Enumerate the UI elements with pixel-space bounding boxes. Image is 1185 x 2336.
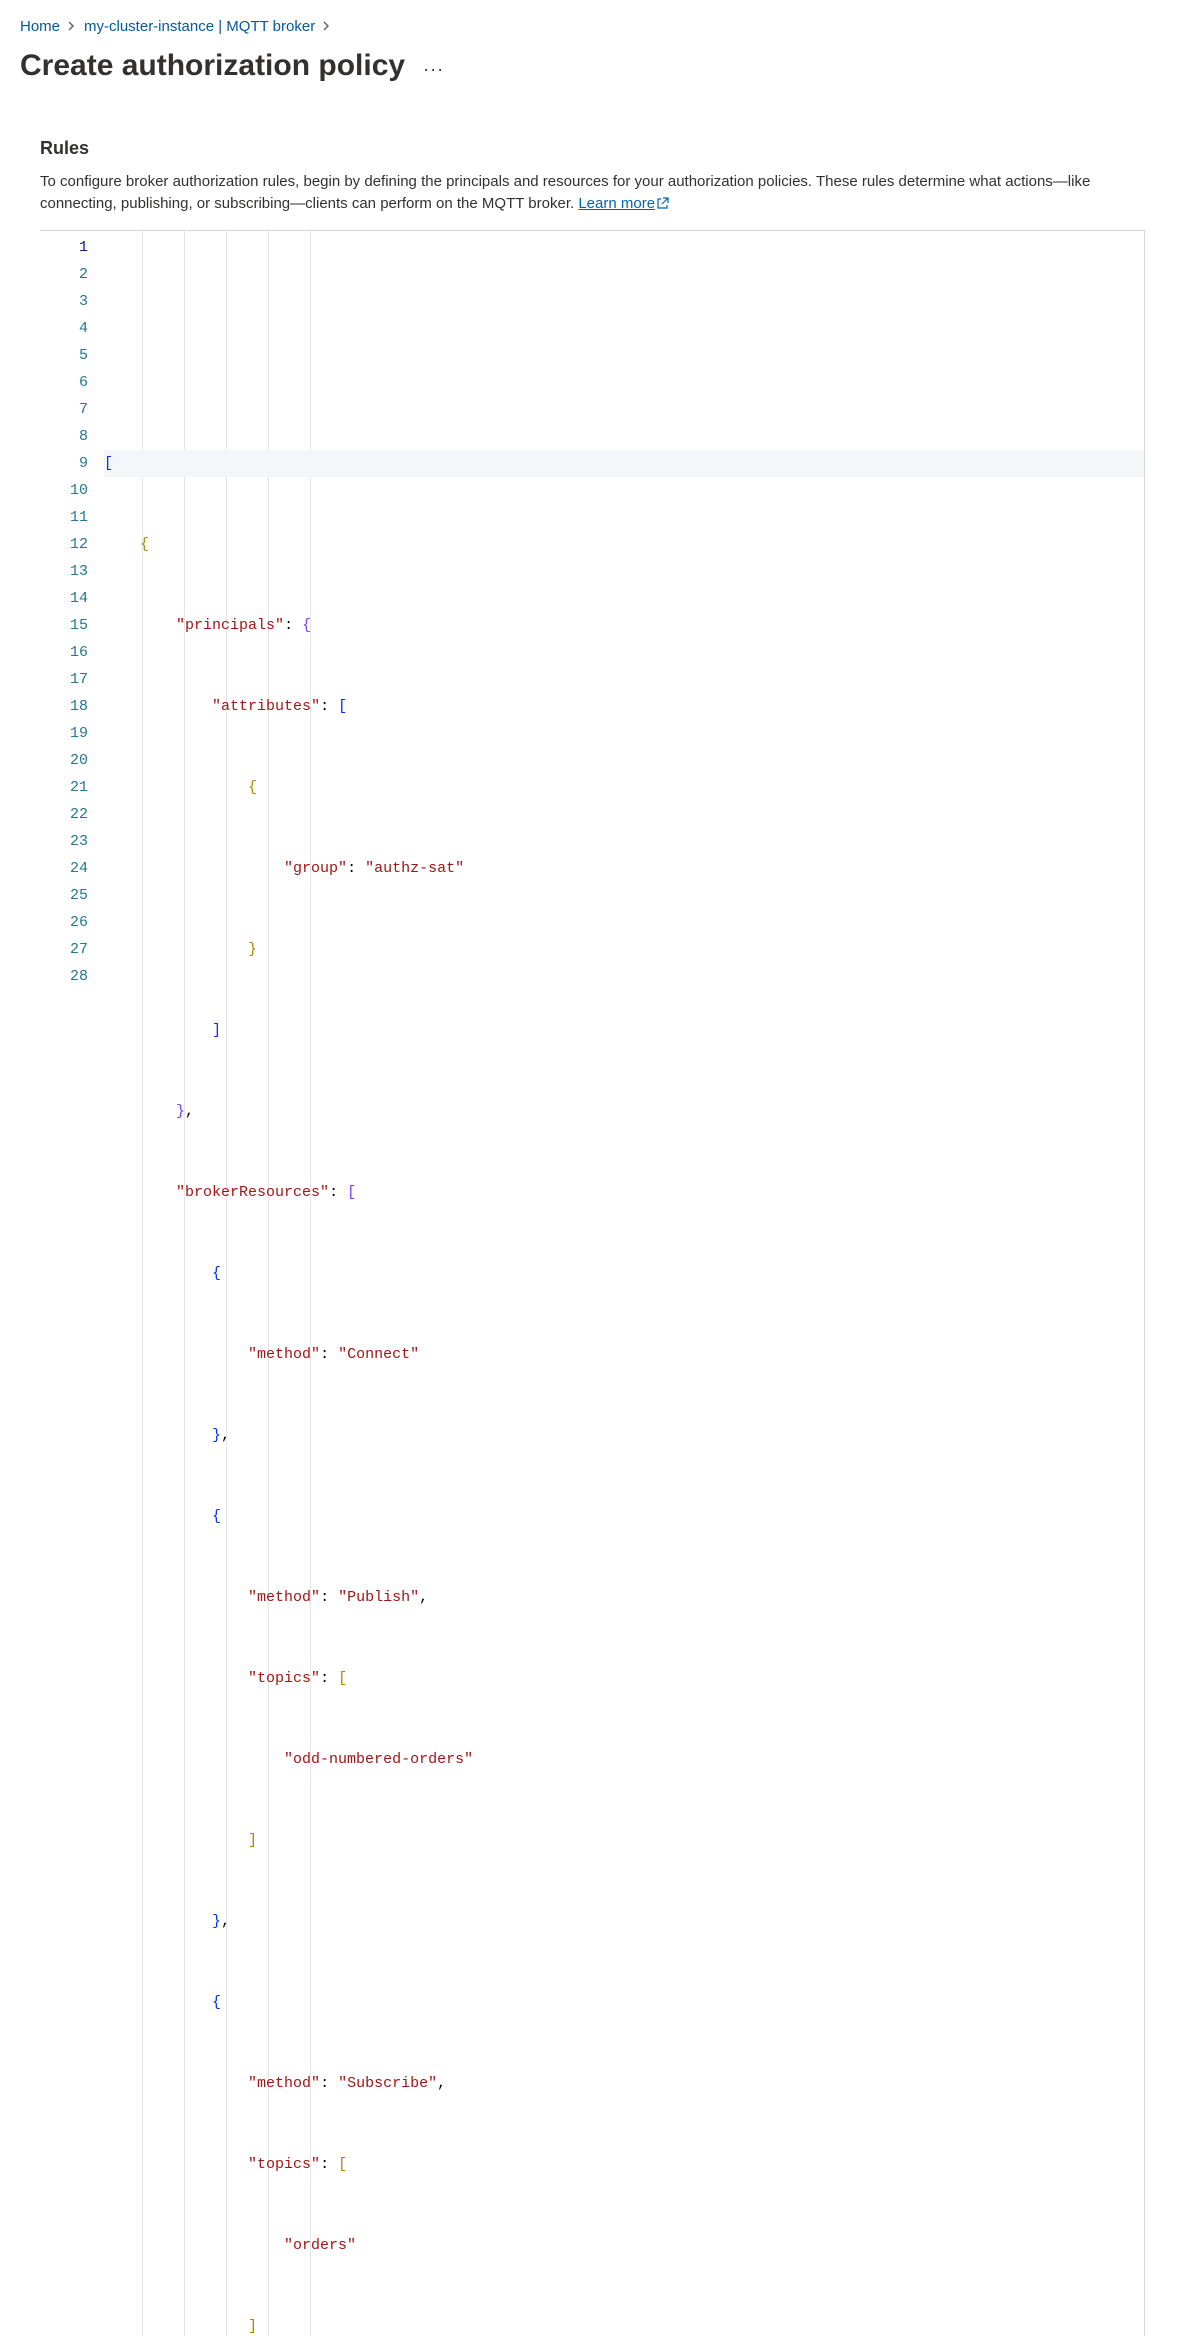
chevron-right-icon (323, 18, 331, 35)
more-actions-button[interactable]: ··· (423, 59, 444, 80)
json-editor[interactable]: 1234567891011121314151617181920212223242… (40, 230, 1145, 2336)
breadcrumb-cluster[interactable]: my-cluster-instance | MQTT broker (84, 18, 315, 35)
editor-content[interactable]: [ { "principals": { "attributes": [ { "g… (100, 231, 1144, 2336)
chevron-right-icon (68, 18, 76, 35)
rules-description: To configure broker authorization rules,… (40, 171, 1145, 216)
breadcrumb: Home my-cluster-instance | MQTT broker (20, 18, 1165, 35)
learn-more-link[interactable]: Learn more (578, 195, 669, 212)
editor-gutter: 1234567891011121314151617181920212223242… (40, 231, 100, 2336)
section-title-rules: Rules (40, 138, 1145, 159)
external-link-icon (657, 194, 669, 216)
breadcrumb-home[interactable]: Home (20, 18, 60, 35)
page-title: Create authorization policy (20, 49, 405, 83)
